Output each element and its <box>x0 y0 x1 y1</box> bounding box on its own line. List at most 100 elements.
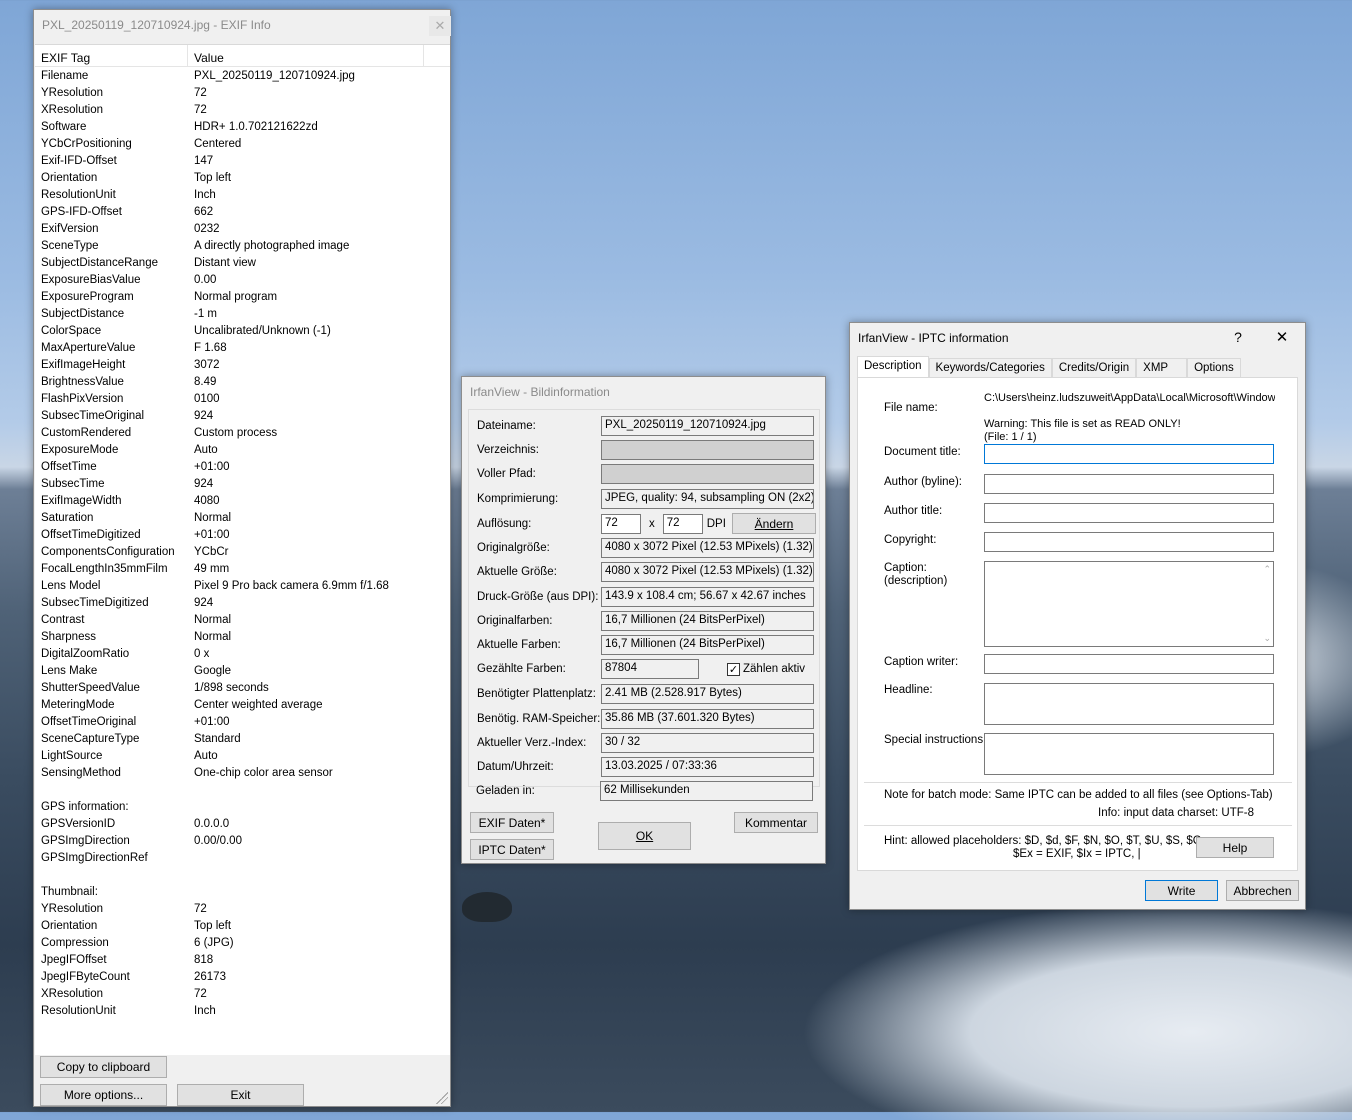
table-row[interactable]: GPSImgDirection 0.00/0.00 <box>35 832 450 849</box>
headline-textarea[interactable] <box>984 683 1274 725</box>
table-row[interactable] <box>35 866 450 883</box>
special-instructions-textarea[interactable] <box>984 733 1274 775</box>
value-originalgroesse[interactable]: 4080 x 3072 Pixel (12.53 MPixels) (1.32) <box>601 538 814 558</box>
table-row[interactable]: SceneCaptureType Standard <box>35 730 450 747</box>
author-byline-input[interactable] <box>984 474 1274 494</box>
table-row[interactable]: SubjectDistanceRange Distant view <box>35 254 450 271</box>
table-row[interactable]: OffsetTimeOriginal +01:00 <box>35 713 450 730</box>
close-icon[interactable]: ✕ <box>429 16 451 36</box>
table-row[interactable]: ComponentsConfiguration YCbCr <box>35 543 450 560</box>
exif-daten-button[interactable]: EXIF Daten* <box>470 812 554 833</box>
value-ram[interactable]: 35.86 MB (37.601.320 Bytes) <box>601 709 814 729</box>
table-row[interactable]: JpegIFOffset 818 <box>35 951 450 968</box>
table-row[interactable]: DigitalZoomRatio 0 x <box>35 645 450 662</box>
table-row[interactable]: GPSVersionID 0.0.0.0 <box>35 815 450 832</box>
andern-button[interactable]: Ändern <box>732 513 816 534</box>
ok-button[interactable]: OK <box>598 822 691 850</box>
value-verzeichnis[interactable] <box>601 440 814 460</box>
value-komprimierung[interactable]: JPEG, quality: 94, subsampling ON (2x2) <box>601 489 814 509</box>
table-row[interactable]: Sharpness Normal <box>35 628 450 645</box>
tab-options[interactable]: Options <box>1187 358 1241 378</box>
help-button[interactable]: Help <box>1196 837 1274 858</box>
scroll-up-icon[interactable]: ⌃ <box>1263 564 1271 575</box>
table-row[interactable]: ExposureMode Auto <box>35 441 450 458</box>
table-row[interactable]: BrightnessValue 8.49 <box>35 373 450 390</box>
tab-xmp[interactable]: XMP <box>1136 358 1188 378</box>
table-row[interactable]: ResolutionUnit Inch <box>35 1002 450 1019</box>
table-row[interactable]: ResolutionUnit Inch <box>35 186 450 203</box>
table-row[interactable]: Saturation Normal <box>35 509 450 526</box>
table-row[interactable]: SubsecTimeDigitized 924 <box>35 594 450 611</box>
table-row[interactable]: XResolution 72 <box>35 101 450 118</box>
table-row[interactable]: OffsetTime +01:00 <box>35 458 450 475</box>
table-row[interactable]: GPS-IFD-Offset 662 <box>35 203 450 220</box>
table-row[interactable]: Exif-IFD-Offset 147 <box>35 152 450 169</box>
table-row[interactable]: FlashPixVersion 0100 <box>35 390 450 407</box>
column-header-value[interactable]: Value <box>188 45 424 66</box>
table-row[interactable]: Orientation Top left <box>35 917 450 934</box>
table-row[interactable]: ShutterSpeedValue 1/898 seconds <box>35 679 450 696</box>
value-datum[interactable]: 13.03.2025 / 07:33:36 <box>601 757 814 777</box>
table-row[interactable]: YCbCrPositioning Centered <box>35 135 450 152</box>
table-row[interactable]: Software HDR+ 1.0.702121622zd <box>35 118 450 135</box>
table-row[interactable]: Lens Make Google <box>35 662 450 679</box>
table-row[interactable]: ExifVersion 0232 <box>35 220 450 237</box>
table-row[interactable]: OffsetTimeDigitized +01:00 <box>35 526 450 543</box>
exif-list[interactable]: EXIF Tag Value Filename PXL_20250119_1207… <box>35 44 450 1055</box>
document-title-input[interactable] <box>984 444 1274 464</box>
scroll-down-icon[interactable]: ⌄ <box>1263 633 1271 644</box>
column-header-tag[interactable]: EXIF Tag <box>35 45 188 66</box>
table-row[interactable]: Lens Model Pixel 9 Pro back camera 6.9mm … <box>35 577 450 594</box>
resize-grip-icon[interactable] <box>436 1092 448 1104</box>
value-druck-groesse[interactable]: 143.9 x 108.4 cm; 56.67 x 42.67 inches <box>601 587 814 607</box>
table-row[interactable]: SceneType A directly photographed image <box>35 237 450 254</box>
kommentar-button[interactable]: Kommentar <box>734 812 818 833</box>
copyright-input[interactable] <box>984 532 1274 552</box>
table-row[interactable]: GPS information: <box>35 798 450 815</box>
table-row[interactable]: ExposureProgram Normal program <box>35 288 450 305</box>
value-verz-index[interactable]: 30 / 32 <box>601 733 814 753</box>
more-options-button[interactable]: More options... <box>40 1084 167 1106</box>
table-row[interactable]: SubjectDistance -1 m <box>35 305 450 322</box>
table-row[interactable]: YResolution 72 <box>35 900 450 917</box>
caption-writer-input[interactable] <box>984 654 1274 674</box>
value-plattenplatz[interactable]: 2.41 MB (2.528.917 Bytes) <box>601 684 814 704</box>
table-row[interactable]: ExifImageWidth 4080 <box>35 492 450 509</box>
table-row[interactable]: ExposureBiasValue 0.00 <box>35 271 450 288</box>
table-row[interactable]: XResolution 72 <box>35 985 450 1002</box>
table-row[interactable]: Thumbnail: <box>35 883 450 900</box>
author-title-input[interactable] <box>984 503 1274 523</box>
table-row[interactable]: ExifImageHeight 3072 <box>35 356 450 373</box>
table-row[interactable]: CustomRendered Custom process <box>35 424 450 441</box>
value-gezaehlte-farben[interactable]: 87804 <box>601 659 699 679</box>
iptc-daten-button[interactable]: IPTC Daten* <box>470 839 554 860</box>
table-row[interactable]: LightSource Auto <box>35 747 450 764</box>
close-icon[interactable]: ✕ <box>1272 327 1292 347</box>
cancel-button[interactable]: Abbrechen <box>1226 880 1299 901</box>
tab-description[interactable]: Description <box>857 356 929 378</box>
zaehlen-aktiv-checkbox[interactable]: ✓ Zählen aktiv <box>727 662 805 676</box>
table-row[interactable]: Compression 6 (JPG) <box>35 934 450 951</box>
table-row[interactable]: FocalLengthIn35mmFilm 49 mm <box>35 560 450 577</box>
table-row[interactable]: Contrast Normal <box>35 611 450 628</box>
write-button[interactable]: Write <box>1145 880 1218 901</box>
dpi-y-input[interactable]: 72 <box>662 514 703 534</box>
table-row[interactable] <box>35 781 450 798</box>
table-row[interactable]: JpegIFByteCount 26173 <box>35 968 450 985</box>
table-row[interactable]: YResolution 72 <box>35 84 450 101</box>
caption-textarea[interactable]: ⌃ ⌄ <box>984 561 1274 647</box>
table-row[interactable]: SubsecTime 924 <box>35 475 450 492</box>
value-dateiname[interactable]: PXL_20250119_120710924.jpg <box>601 416 814 436</box>
value-aktuelle-farben[interactable]: 16,7 Millionen (24 BitsPerPixel) <box>601 635 814 655</box>
table-row[interactable]: Filename PXL_20250119_120710924.jpg <box>35 67 450 84</box>
help-icon[interactable]: ? <box>1228 327 1248 347</box>
value-geladen[interactable]: 62 Millisekunden <box>600 781 813 801</box>
table-row[interactable]: SensingMethod One-chip color area sensor <box>35 764 450 781</box>
table-row[interactable]: ColorSpace Uncalibrated/Unknown (-1) <box>35 322 450 339</box>
tab-credits-origin[interactable]: Credits/Origin <box>1051 358 1137 378</box>
value-aktuelle-groesse[interactable]: 4080 x 3072 Pixel (12.53 MPixels) (1.32) <box>601 562 814 582</box>
exit-button[interactable]: Exit <box>177 1084 304 1106</box>
tab-keywords-categories[interactable]: Keywords/Categories <box>928 358 1052 378</box>
table-row[interactable]: Orientation Top left <box>35 169 450 186</box>
table-row[interactable]: MaxApertureValue F 1.68 <box>35 339 450 356</box>
